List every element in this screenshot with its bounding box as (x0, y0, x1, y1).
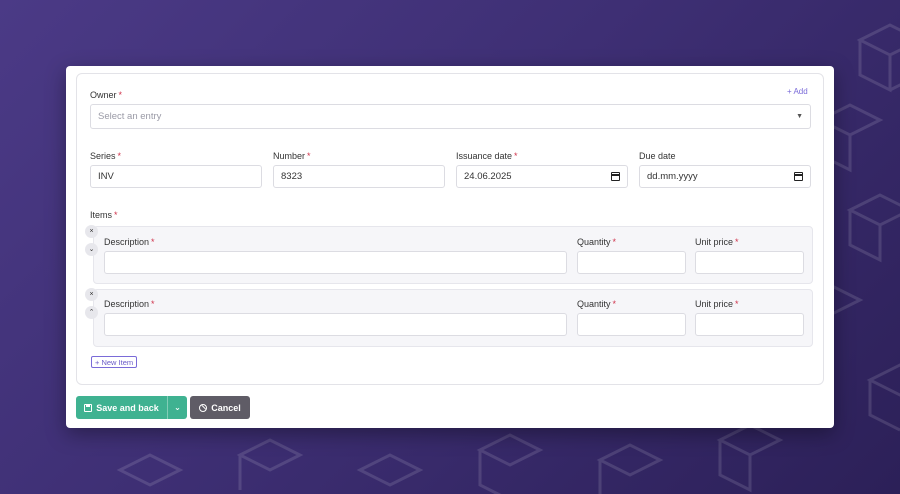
create-invoice-modal: Owner * + Add Select an entry ▼ Series * I… (66, 66, 834, 428)
issuance-date-input[interactable]: 24.06.2025 (456, 165, 628, 188)
quantity-input[interactable] (577, 251, 686, 274)
description-label: Description * (104, 237, 155, 247)
owner-select[interactable]: Select an entry ▼ (90, 104, 811, 129)
remove-item-icon[interactable]: × (85, 288, 98, 301)
save-and-back-button[interactable]: Save and back ⌄ (76, 396, 187, 419)
owner-label: Owner * (90, 90, 123, 100)
number-input[interactable]: 8323 (273, 165, 445, 188)
move-down-icon[interactable]: ⌄ (85, 243, 98, 256)
unit-price-input[interactable] (695, 251, 804, 274)
description-label: Description * (104, 299, 155, 309)
move-up-icon[interactable]: ⌃ (85, 306, 98, 319)
series-input[interactable]: INV (90, 165, 262, 188)
save-main-action[interactable]: Save and back (76, 396, 167, 419)
due-date-input[interactable]: dd.mm.yyyy (639, 165, 811, 188)
description-input[interactable] (104, 313, 567, 336)
description-input[interactable] (104, 251, 567, 274)
number-value: 8323 (281, 171, 303, 182)
remove-item-icon[interactable]: × (85, 225, 98, 238)
owner-select-placeholder: Select an entry (98, 111, 162, 122)
quantity-label: Quantity * (577, 299, 617, 309)
save-options-dropdown[interactable]: ⌄ (167, 396, 187, 419)
new-item-button[interactable]: + New Item (91, 356, 138, 368)
invoice-form-card: Owner * + Add Select an entry ▼ Series * I… (76, 73, 824, 385)
unit-price-label: Unit price * (695, 237, 739, 247)
unit-price-input[interactable] (695, 313, 804, 336)
series-label: Series * (90, 151, 122, 161)
item-row: Description * Quantity * Unit price * (93, 289, 813, 347)
calendar-icon[interactable] (611, 172, 620, 181)
ban-icon (199, 403, 208, 412)
save-label: Save and back (96, 402, 159, 413)
add-owner-link[interactable]: + Add (787, 87, 808, 96)
number-label: Number * (273, 151, 311, 161)
due-date-label: Due date (639, 151, 676, 161)
due-date-value: dd.mm.yyyy (647, 171, 698, 182)
floppy-disk-icon (84, 403, 93, 412)
cancel-button[interactable]: Cancel (190, 396, 250, 419)
quantity-input[interactable] (577, 313, 686, 336)
item-row: Description * Quantity * Unit price * (93, 226, 813, 284)
series-value: INV (98, 171, 114, 182)
chevron-down-icon: ▼ (796, 113, 803, 120)
cancel-label: Cancel (211, 402, 241, 413)
calendar-icon[interactable] (794, 172, 803, 181)
items-label: Items * (90, 210, 118, 220)
issuance-date-label: Issuance date * (456, 151, 518, 161)
issuance-date-value: 24.06.2025 (464, 171, 512, 182)
unit-price-label: Unit price * (695, 299, 739, 309)
quantity-label: Quantity * (577, 237, 617, 247)
